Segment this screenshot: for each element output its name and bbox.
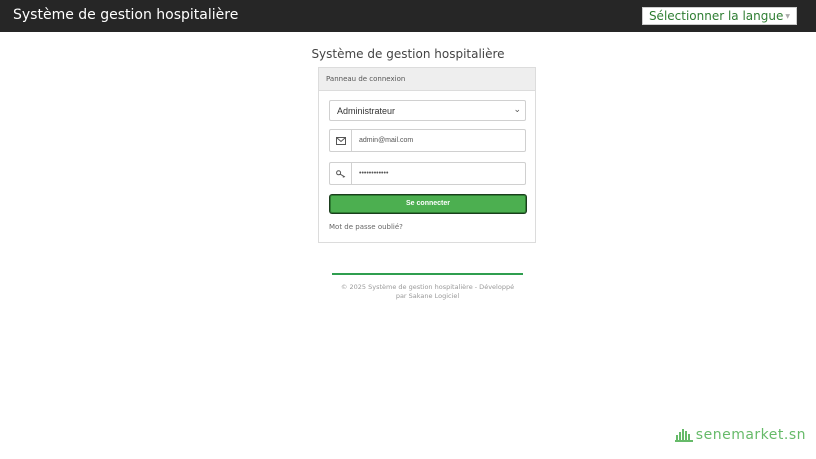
watermark-logo-icon — [674, 429, 693, 442]
top-navbar: Système de gestion hospitalière Sélectio… — [0, 0, 816, 32]
footer: © 2025 Système de gestion hospitalière -… — [326, 283, 529, 301]
chevron-down-icon: ⌄ — [513, 104, 521, 114]
login-button[interactable]: Se connecter — [330, 195, 526, 213]
language-selector-label: Sélectionner la langue — [648, 9, 784, 23]
email-input[interactable]: admin@mail.com — [352, 130, 525, 151]
watermark: senemarket.sn — [674, 427, 806, 443]
password-addon — [330, 163, 352, 184]
login-panel-heading: Panneau de connexion — [319, 68, 535, 91]
footer-developer: par Sakane Logiciel — [395, 292, 460, 300]
watermark-text: senemarket.sn — [695, 427, 806, 443]
role-select-value: Administrateur — [337, 106, 396, 116]
key-icon — [335, 169, 345, 178]
login-panel: Panneau de connexion Administrateur ⌄ ad… — [318, 67, 536, 243]
email-addon — [330, 130, 352, 151]
app-title: Système de gestion hospitalière — [13, 7, 239, 23]
forgot-password-link[interactable]: Mot de passe oublié? — [329, 223, 403, 231]
envelope-icon — [335, 136, 346, 145]
footer-divider — [332, 273, 523, 275]
language-selector-button[interactable]: Sélectionner la langue ▼ — [641, 7, 797, 25]
password-input[interactable]: •••••••••••• — [352, 163, 525, 184]
role-select[interactable]: Administrateur ⌄ — [329, 100, 526, 121]
page-heading: Système de gestion hospitalière — [311, 47, 505, 61]
password-input-group: •••••••••••• — [329, 162, 526, 185]
caret-down-icon: ▼ — [785, 12, 790, 20]
footer-copyright: © 2025 Système de gestion hospitalière -… — [340, 283, 515, 291]
email-input-group: admin@mail.com — [329, 129, 526, 152]
